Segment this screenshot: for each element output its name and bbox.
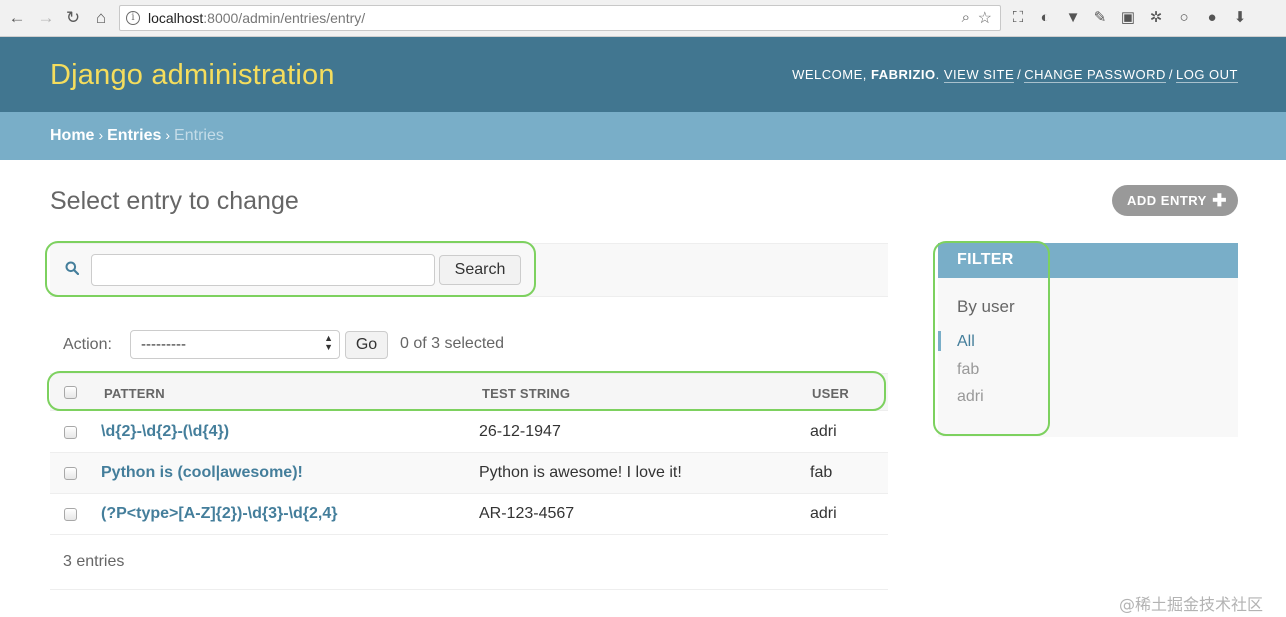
breadcrumb-current: Entries <box>174 127 224 144</box>
filter-subtitle: By user <box>957 297 1015 316</box>
user-cell: adri <box>810 423 837 440</box>
extension-icon[interactable]: ◐ <box>1035 8 1055 28</box>
watermark: @稀土掘金技术社区 <box>1119 595 1264 614</box>
table-header: PATTERN TEST STRING USER <box>50 373 888 411</box>
add-entry-label: ADD ENTRY <box>1127 193 1207 208</box>
url-host: localhost <box>148 10 204 26</box>
plus-icon: ✚ <box>1212 191 1227 210</box>
site-info-icon[interactable]: i <box>126 11 140 25</box>
welcome-text: WELCOME, <box>792 67 867 82</box>
pocket-icon[interactable]: ▼ <box>1063 8 1083 28</box>
log-out-link[interactable]: LOG OUT <box>1175 67 1238 83</box>
user-tools: WELCOME, FABRIZIO. VIEW SITE / CHANGE PASS… <box>792 67 1238 83</box>
search-input[interactable] <box>91 254 435 286</box>
selection-counter: 0 of 3 selected <box>400 335 505 352</box>
translate-icon[interactable]: ▣ <box>1118 8 1138 28</box>
select-all-checkbox[interactable] <box>64 386 77 399</box>
filter-option-adri[interactable]: adri <box>957 388 984 406</box>
row-checkbox[interactable] <box>64 467 77 480</box>
back-arrow-icon[interactable]: ← <box>7 8 27 28</box>
username: FABRIZIO <box>870 67 936 82</box>
actions-bar: Action: --------- ▲ ▼ Go 0 of 3 selected <box>50 324 888 364</box>
pattern-link[interactable]: \d{2}-\d{2}-(\d{4}) <box>101 423 229 441</box>
breadcrumb-home[interactable]: Home <box>50 127 94 144</box>
row-checkbox[interactable] <box>64 508 77 521</box>
browser-toolbar: ← → ↻ ⌂ i localhost:8000/admin/entries/e… <box>0 0 1286 37</box>
site-branding[interactable]: Django administration <box>50 59 335 92</box>
search-button[interactable]: Search <box>439 255 521 285</box>
filter-option-fab[interactable]: fab <box>957 361 979 379</box>
column-header-user[interactable]: USER <box>812 386 849 401</box>
change-password-link[interactable]: CHANGE PASSWORD <box>1024 67 1166 83</box>
test-string-cell: 26-12-1947 <box>479 423 561 440</box>
download-icon[interactable]: ⬇ <box>1230 8 1250 28</box>
action-select[interactable]: --------- ▲ ▼ <box>130 330 340 359</box>
home-icon[interactable]: ⌂ <box>91 8 111 28</box>
url-path: :8000/admin/entries/entry/ <box>203 10 366 26</box>
table-row: (?P<type>[A-Z]{2})-\d{3}-\d{2,4} AR-123-… <box>50 494 888 535</box>
view-site-link[interactable]: VIEW SITE <box>943 67 1015 83</box>
column-header-test-string[interactable]: TEST STRING <box>482 386 570 401</box>
add-entry-button[interactable]: ADD ENTRY ✚ <box>1112 185 1238 216</box>
paginator: 3 entries <box>50 536 888 590</box>
action-selected-option: --------- <box>141 336 186 353</box>
table-row: \d{2}-\d{2}-(\d{4}) 26-12-1947 adri <box>50 412 888 453</box>
reload-icon[interactable]: ↻ <box>63 8 83 28</box>
column-header-pattern[interactable]: PATTERN <box>104 386 165 401</box>
action-label: Action: <box>63 336 112 353</box>
evernote-icon[interactable]: ✎ <box>1090 8 1110 28</box>
breadcrumb-app[interactable]: Entries <box>107 127 161 144</box>
droplet-icon[interactable]: ● <box>1202 8 1222 28</box>
select-arrows-icon: ▲ ▼ <box>324 333 333 352</box>
address-url[interactable]: localhost:8000/admin/entries/entry/ <box>148 10 365 26</box>
filter-panel: FILTER By user All fab adri <box>938 243 1238 437</box>
pattern-link[interactable]: Python is (cool|awesome)! <box>101 464 303 482</box>
table-row: Python is (cool|awesome)! Python is awes… <box>50 453 888 494</box>
breadcrumb: Home › Entries › Entries <box>0 112 1286 160</box>
zoom-icon[interactable]: ⌕ <box>962 9 970 26</box>
admin-header: Django administration WELCOME, FABRIZIO.… <box>0 37 1286 112</box>
user-cell: adri <box>810 505 837 522</box>
row-checkbox[interactable] <box>64 426 77 439</box>
settings-extension-icon[interactable]: ✲ <box>1146 8 1166 28</box>
test-string-cell: AR-123-4567 <box>479 505 575 522</box>
filter-option-all[interactable]: All <box>938 331 975 351</box>
search-toolbar: Search <box>50 243 888 297</box>
filter-heading: FILTER <box>938 243 1238 278</box>
page-title: Select entry to change <box>50 187 299 215</box>
search-icon <box>65 261 79 275</box>
forward-arrow-icon[interactable]: → <box>36 8 56 28</box>
screenshot-extension-icon[interactable]: ⛶ <box>1008 8 1028 28</box>
test-string-cell: Python is awesome! I love it! <box>479 464 682 481</box>
address-bar[interactable]: i localhost:8000/admin/entries/entry/ ⌕ … <box>119 5 1001 31</box>
go-button[interactable]: Go <box>345 331 388 359</box>
pattern-link[interactable]: (?P<type>[A-Z]{2})-\d{3}-\d{2,4} <box>101 505 338 523</box>
opera-icon[interactable]: ○ <box>1174 8 1194 28</box>
bookmark-star-icon[interactable]: ☆ <box>978 8 992 28</box>
user-cell: fab <box>810 464 833 481</box>
